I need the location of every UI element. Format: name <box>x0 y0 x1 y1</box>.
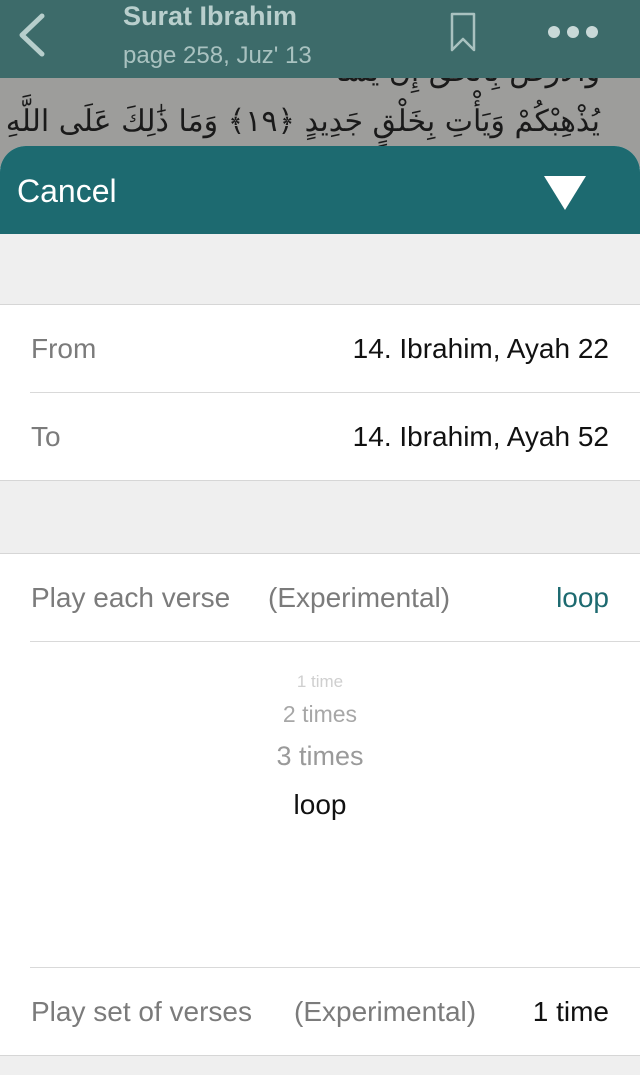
set-repeat-note: (Experimental) <box>294 996 477 1027</box>
from-row[interactable]: From 14. Ibrahim, Ayah 22 <box>30 305 640 393</box>
section-spacer <box>0 481 640 554</box>
set-repeat-value: 1 time <box>532 996 609 1027</box>
sheet-toolbar: Cancel <box>0 146 640 234</box>
to-value: 14. Ibrahim, Ayah 52 <box>352 421 609 452</box>
section-spacer <box>0 234 640 305</box>
range-group: From 14. Ibrahim, Ayah 22 To 14. Ibrahim… <box>0 305 640 481</box>
quran-line: يُذْهِبْكُمْ وَيَأْتِ بِخَلْقٍ جَدِيدٍ ﴿… <box>0 104 600 139</box>
set-repeat-row[interactable]: Play set of verses (Experimental) 1 time <box>30 968 640 1055</box>
cancel-button[interactable]: Cancel <box>17 173 117 210</box>
verse-repeat-row[interactable]: Play each verse (Experimental) loop <box>30 554 640 642</box>
page-info: page 258, Juz' 13 <box>123 42 312 69</box>
verse-repeat-note: (Experimental) <box>268 582 451 613</box>
quran-line: وَالْأَرْضَ بِالْحَقِّ إِن يَشَأْ <box>335 78 600 89</box>
bookmark-icon[interactable] <box>450 12 476 52</box>
audio-options-sheet: Cancel From 14. Ibrahim, Ayah 22 To 14. … <box>0 146 640 1075</box>
repeat-group: Play each verse (Experimental) loop 1 ti… <box>0 554 640 1056</box>
to-label: To <box>31 421 61 452</box>
picker-option[interactable]: 3 times <box>0 741 640 772</box>
more-icon[interactable] <box>546 24 600 40</box>
from-value: 14. Ibrahim, Ayah 22 <box>352 333 609 364</box>
picker-option[interactable]: 1 time <box>0 672 640 692</box>
verse-repeat-value: loop <box>556 582 609 613</box>
repeat-picker[interactable]: 1 time 2 times 3 times loop <box>30 642 640 968</box>
reader-header: Surat Ibrahim page 258, Juz' 13 <box>0 0 640 78</box>
from-label: From <box>31 333 97 364</box>
back-chevron-icon[interactable] <box>14 10 54 60</box>
picker-option[interactable]: 2 times <box>0 701 640 728</box>
set-repeat-label: Play set of verses <box>31 996 252 1027</box>
to-row[interactable]: To 14. Ibrahim, Ayah 52 <box>30 393 640 480</box>
surah-title: Surat Ibrahim <box>123 1 298 31</box>
verse-repeat-label: Play each verse <box>31 582 231 613</box>
picker-option-selected[interactable]: loop <box>0 789 640 821</box>
collapse-triangle-icon[interactable] <box>544 176 586 210</box>
